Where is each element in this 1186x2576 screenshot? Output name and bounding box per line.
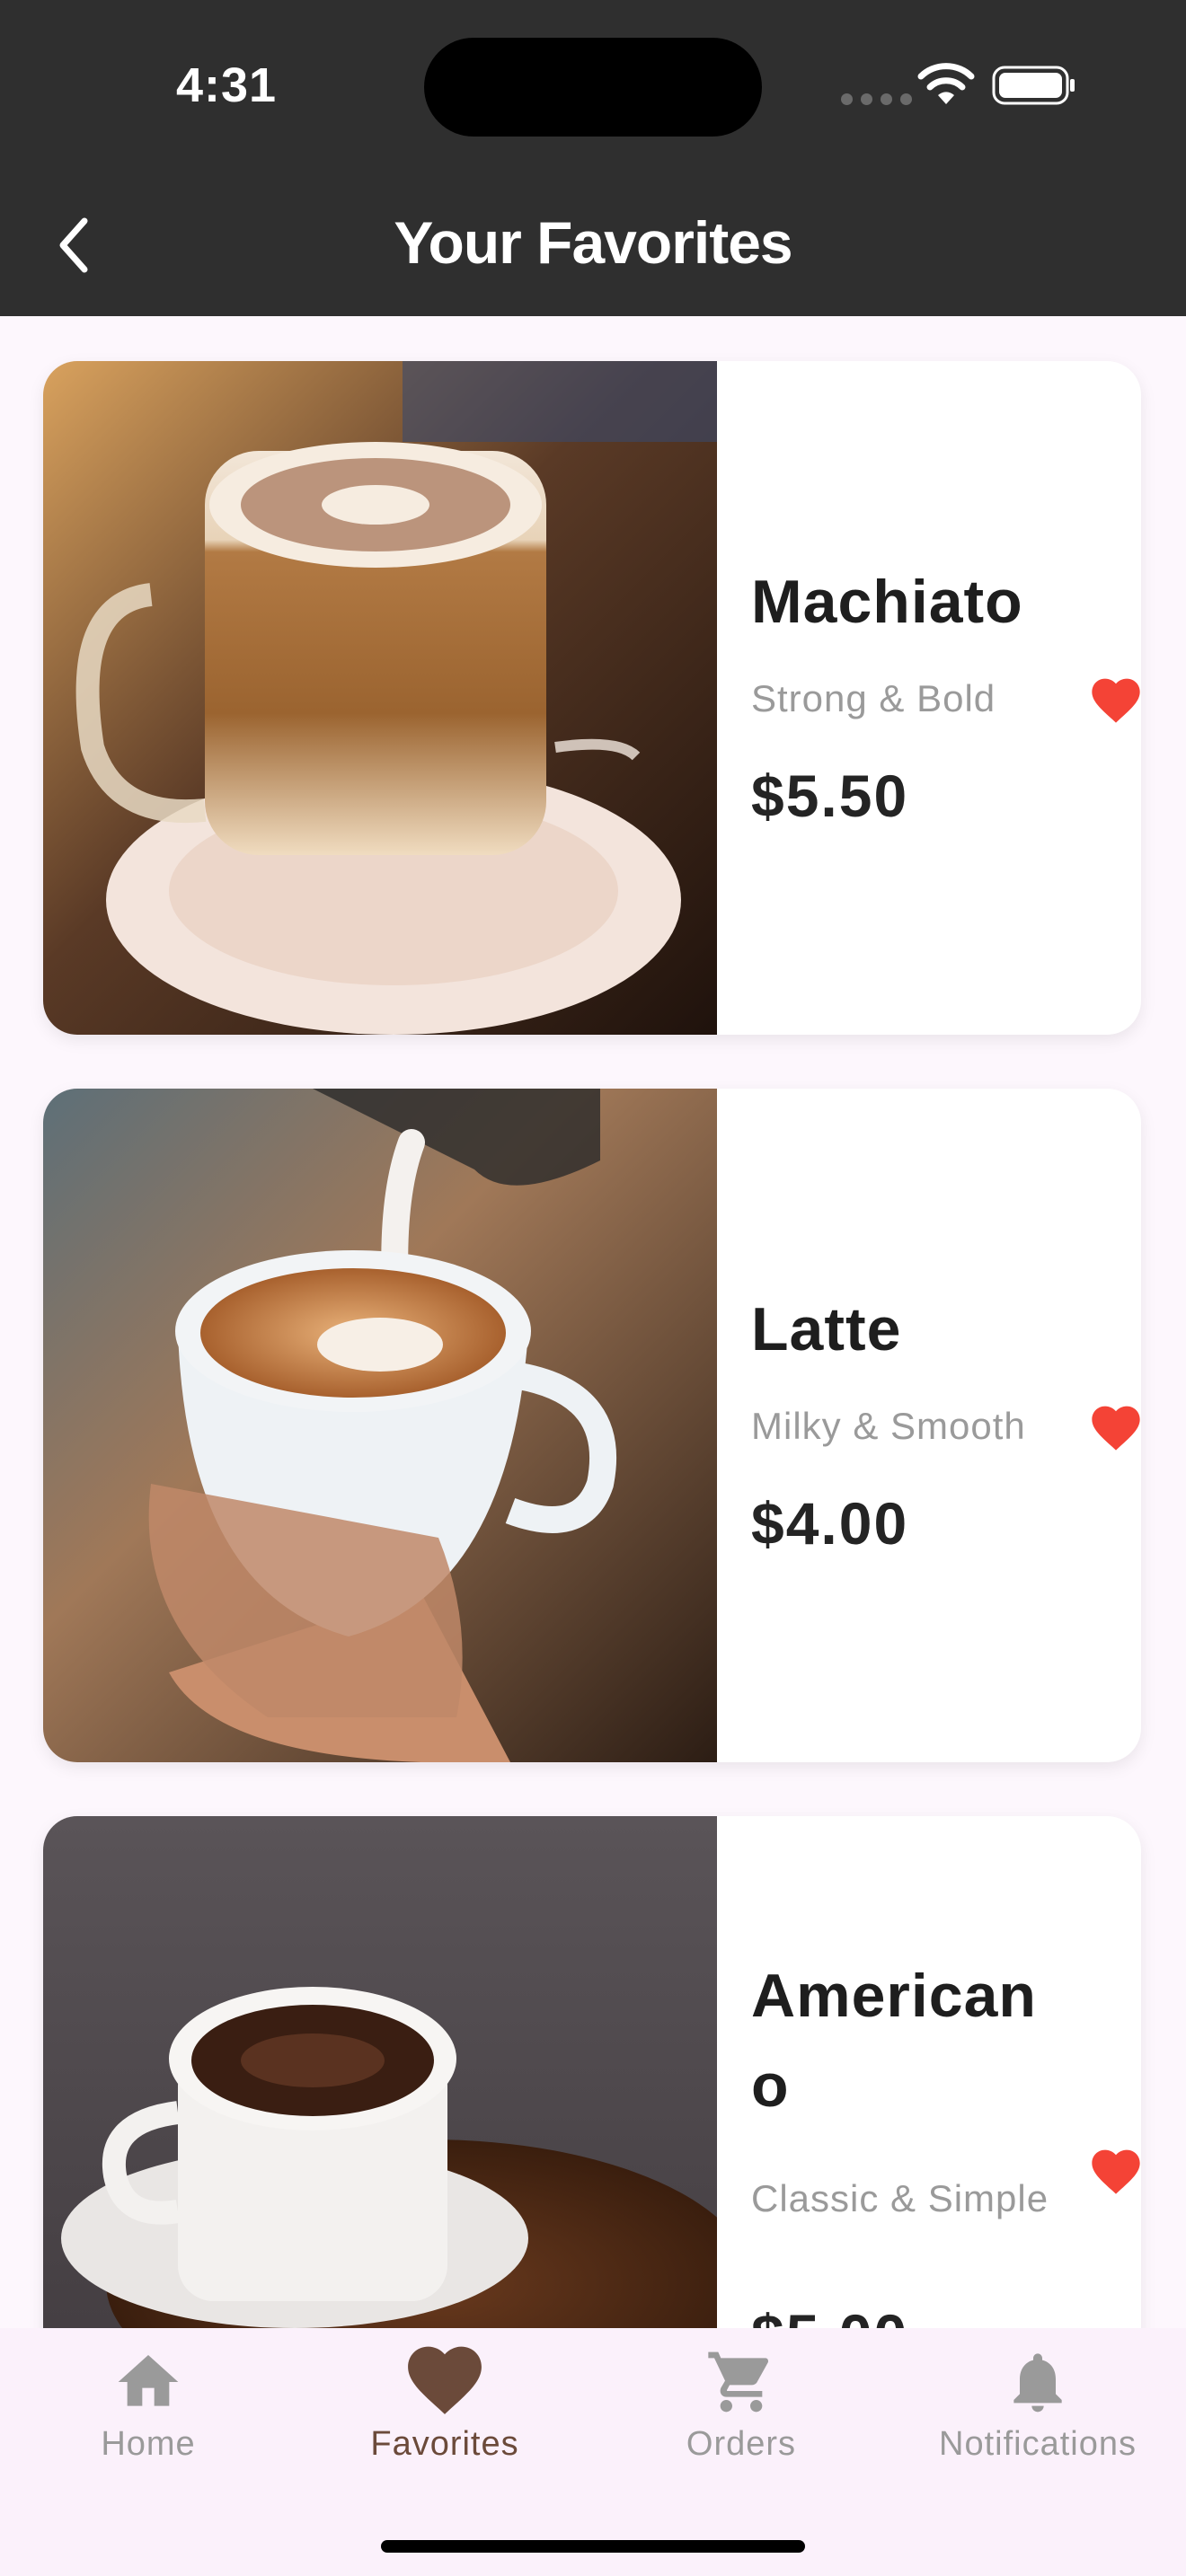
coffee-details: Machiato Strong & Bold $5.50 bbox=[717, 361, 1141, 1035]
home-indicator bbox=[381, 2540, 805, 2553]
nav-label: Notifications bbox=[939, 2425, 1137, 2463]
coffee-price: $4.00 bbox=[751, 1490, 909, 1557]
cellular-signal-icon bbox=[841, 93, 912, 105]
nav-item-favorites[interactable]: Favorites bbox=[296, 2328, 593, 2463]
home-icon bbox=[118, 2355, 179, 2406]
dynamic-island bbox=[424, 38, 762, 137]
coffee-description: Milky & Smooth bbox=[751, 1405, 1026, 1447]
app-header: 4:31 Your Favorites bbox=[0, 0, 1186, 316]
favorite-card[interactable]: Latte Milky & Smooth $4.00 bbox=[43, 1089, 1141, 1762]
heart-icon[interactable] bbox=[1087, 2143, 1141, 2197]
coffee-price: $5.50 bbox=[751, 763, 909, 829]
bottom-navigation: Home Favorites Orders Notifications bbox=[0, 2328, 1186, 2576]
coffee-photo-latte bbox=[43, 1089, 717, 1762]
wifi-icon bbox=[917, 63, 975, 104]
coffee-name: Machiato bbox=[751, 568, 1023, 636]
nav-item-home[interactable]: Home bbox=[0, 2328, 296, 2463]
page-title: Your Favorites bbox=[394, 209, 792, 276]
nav-item-notifications[interactable]: Notifications bbox=[890, 2328, 1186, 2463]
nav-label: Home bbox=[101, 2425, 196, 2463]
coffee-description: Classic & Simple bbox=[751, 2177, 1049, 2219]
nav-item-orders[interactable]: Orders bbox=[593, 2328, 890, 2463]
cart-icon bbox=[708, 2351, 768, 2413]
nav-label: Favorites bbox=[370, 2425, 519, 2463]
coffee-name: Latte bbox=[751, 1295, 902, 1363]
status-time: 4:31 bbox=[176, 58, 278, 112]
coffee-description: Strong & Bold bbox=[751, 677, 996, 719]
coffee-name: Americano bbox=[751, 1962, 1037, 2120]
coffee-photo-machiato bbox=[43, 361, 717, 1035]
favorite-card[interactable]: Machiato Strong & Bold $5.50 bbox=[43, 361, 1141, 1035]
heart-icon[interactable] bbox=[1087, 1399, 1141, 1453]
nav-label: Orders bbox=[686, 2425, 797, 2463]
coffee-details: Latte Milky & Smooth $4.00 bbox=[717, 1089, 1141, 1762]
heart-icon[interactable] bbox=[1087, 672, 1141, 726]
battery-icon bbox=[992, 66, 1075, 105]
bell-icon bbox=[1013, 2353, 1062, 2413]
heart-icon bbox=[408, 2346, 482, 2414]
